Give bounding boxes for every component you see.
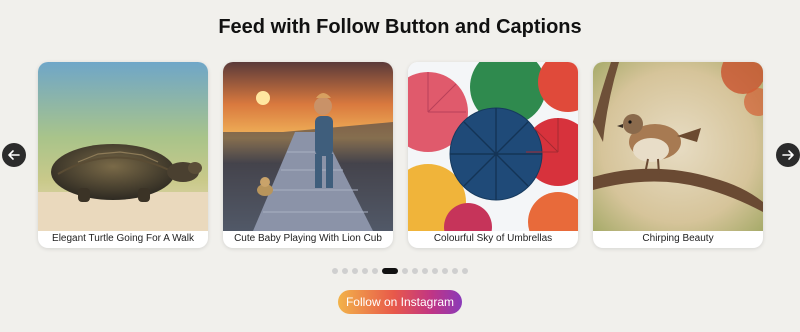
arrow-right-icon [782,150,794,160]
arrow-left-icon [8,150,20,160]
pagination-dot[interactable] [442,268,448,274]
feed-card[interactable]: Cute Baby Playing With Lion Cub [223,62,393,248]
pagination-dot[interactable] [332,268,338,274]
pagination-dots [0,268,800,274]
next-slide-button[interactable] [776,143,800,167]
pagination-dot[interactable] [432,268,438,274]
pagination-dot[interactable] [452,268,458,274]
card-caption: Cute Baby Playing With Lion Cub [234,233,382,244]
pagination-dot[interactable] [402,268,408,274]
card-caption: Chirping Beauty [642,233,714,244]
feed-card[interactable]: Colourful Sky of Umbrellas [408,62,578,248]
feed-card[interactable]: Chirping Beauty [593,62,763,248]
turtle-image[interactable] [38,62,208,231]
pagination-dot[interactable] [352,268,358,274]
baby-lion-cub-image[interactable] [223,62,393,231]
umbrellas-image[interactable] [408,62,578,231]
card-caption: Elegant Turtle Going For A Walk [52,233,194,244]
prev-slide-button[interactable] [2,143,26,167]
follow-on-instagram-button[interactable]: Follow on Instagram [338,290,462,314]
pagination-dot-active[interactable] [382,268,398,274]
pagination-dot[interactable] [342,268,348,274]
pagination-dot[interactable] [412,268,418,274]
feed-card[interactable]: Elegant Turtle Going For A Walk [38,62,208,248]
sparrow-image[interactable] [593,62,763,231]
pagination-dot[interactable] [462,268,468,274]
pagination-dot[interactable] [362,268,368,274]
card-caption: Colourful Sky of Umbrellas [433,233,553,244]
pagination-dot[interactable] [422,268,428,274]
pagination-dot[interactable] [372,268,378,274]
page-title: Feed with Follow Button and Captions [218,16,582,38]
